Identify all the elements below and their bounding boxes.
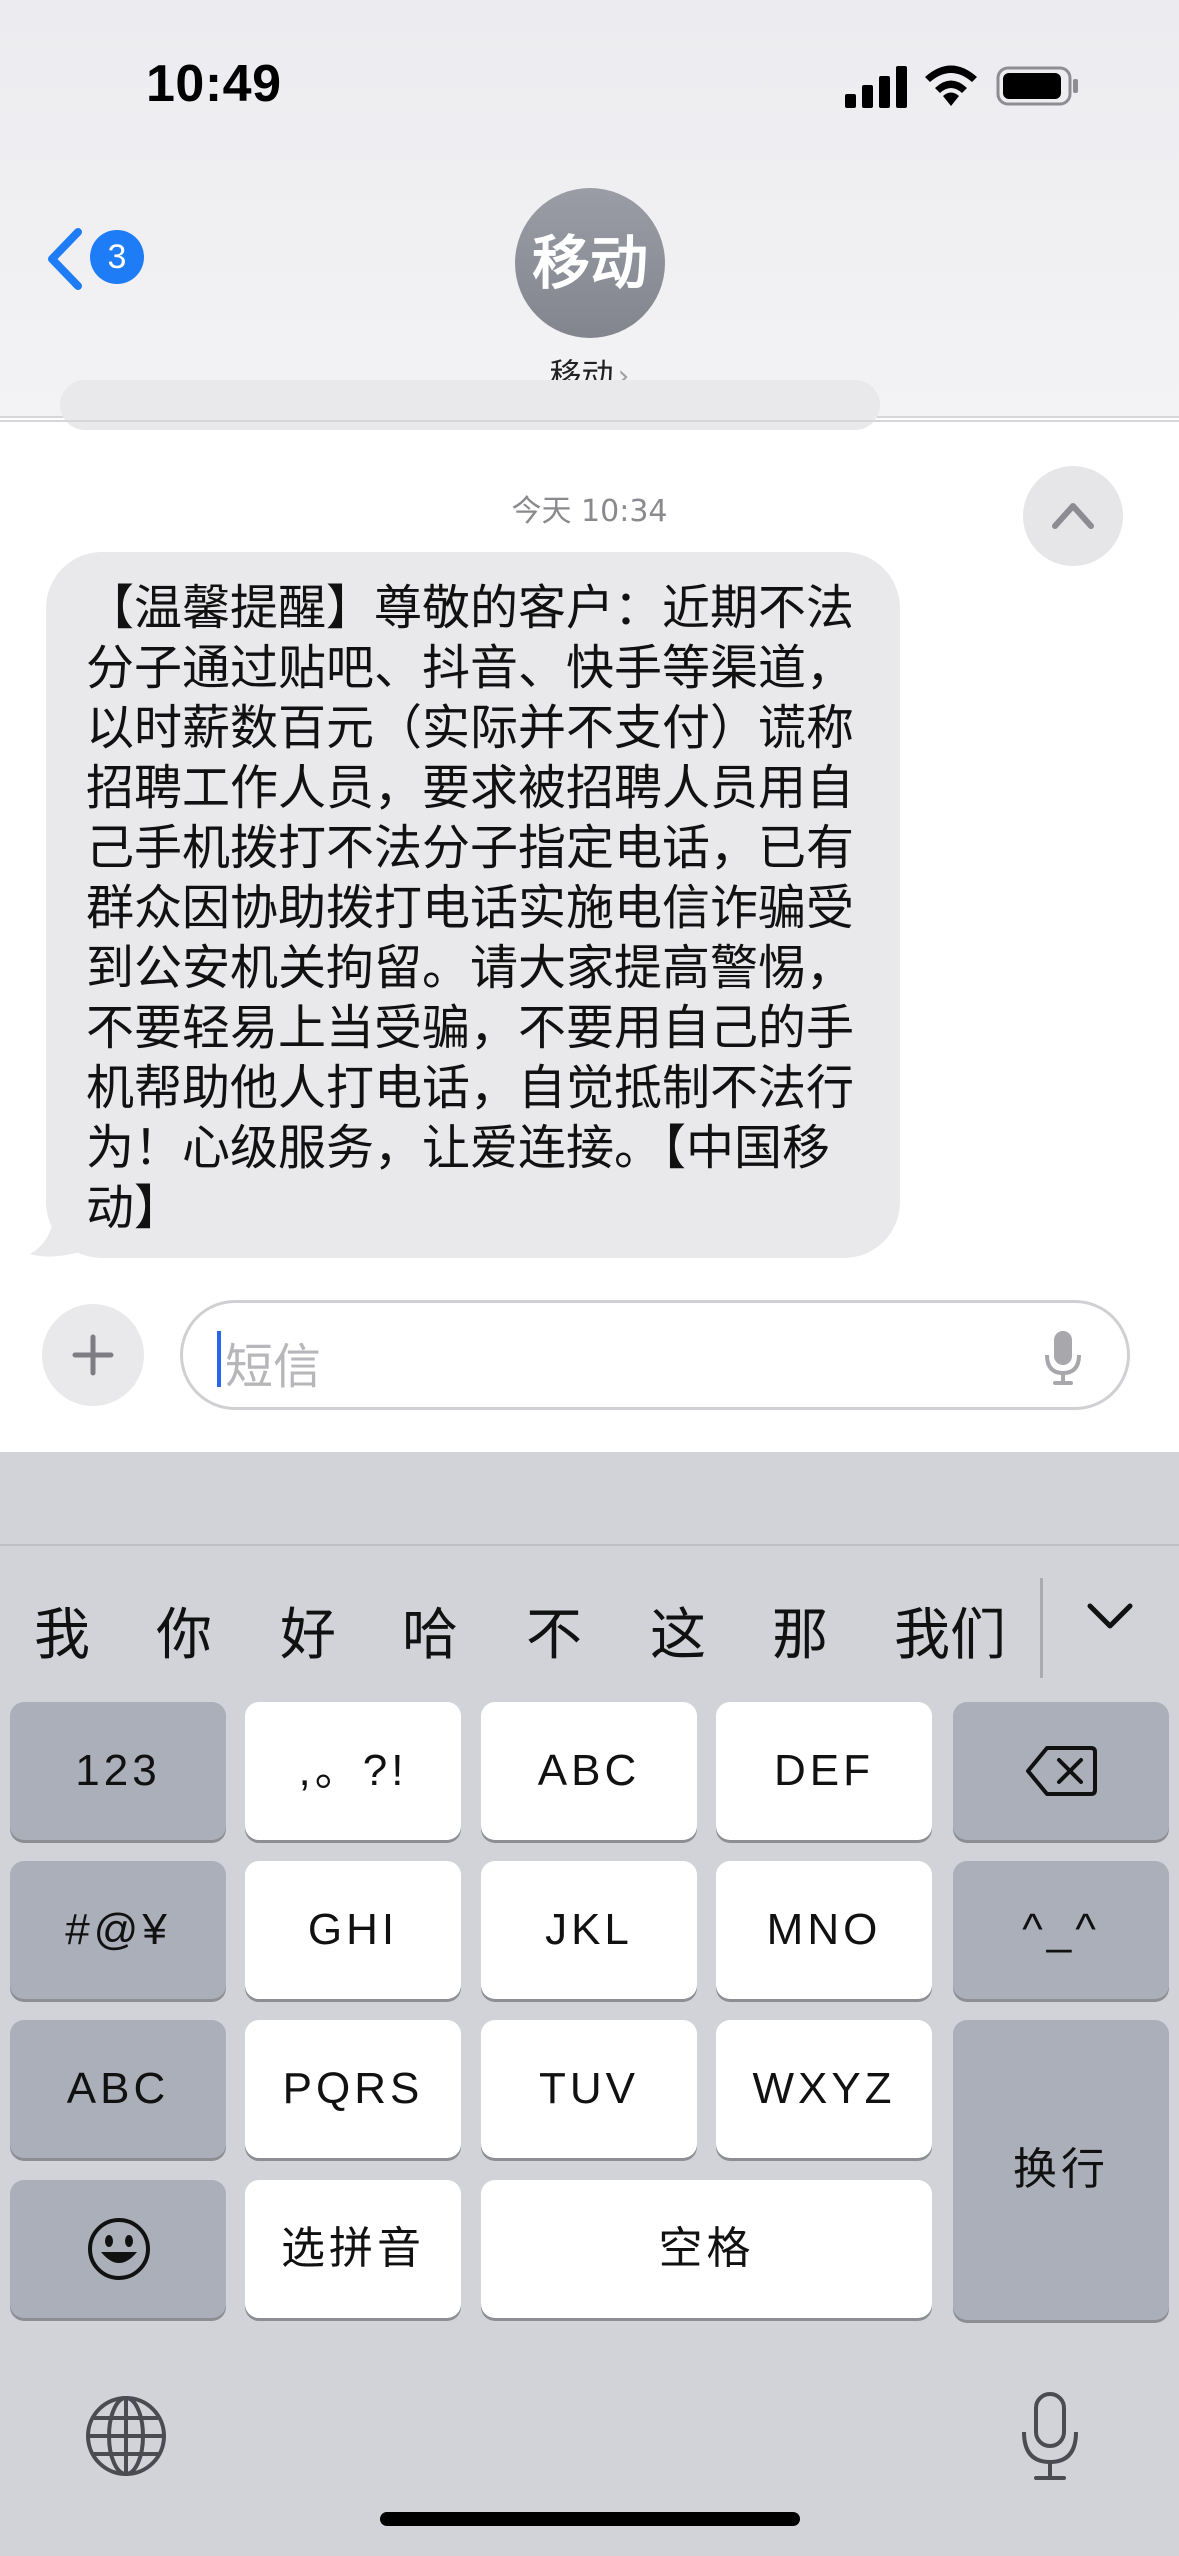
navigation-header: 10:49 3 移动 移动 › bbox=[0, 0, 1179, 418]
chevron-up-icon bbox=[1052, 503, 1094, 529]
emoji-key[interactable] bbox=[10, 2180, 226, 2318]
key-mno[interactable]: MNO bbox=[716, 1861, 932, 1999]
key-ghi[interactable]: GHI bbox=[245, 1861, 461, 1999]
plus-icon bbox=[72, 1334, 114, 1376]
back-button[interactable]: 3 bbox=[44, 222, 154, 292]
wifi-icon bbox=[925, 65, 977, 106]
message-input[interactable]: 短信 bbox=[180, 1300, 1130, 1410]
candidate-bar: 我 你 好 哈 不 这 那 我们 bbox=[0, 1544, 1179, 1678]
status-time: 10:49 bbox=[146, 55, 282, 113]
globe-icon[interactable] bbox=[84, 2394, 168, 2478]
microphone-icon[interactable] bbox=[1016, 2390, 1084, 2482]
contact-avatar[interactable]: 移动 bbox=[515, 188, 665, 338]
cellular-signal-icon bbox=[845, 66, 907, 108]
unread-count-badge: 3 bbox=[90, 230, 144, 284]
chevron-left-icon bbox=[48, 228, 82, 290]
key-symbols[interactable]: #@¥ bbox=[10, 1861, 226, 1999]
candidate-word[interactable]: 我 bbox=[34, 1590, 90, 1671]
candidate-word[interactable]: 那 bbox=[772, 1590, 828, 1671]
emoji-icon bbox=[88, 2218, 150, 2280]
candidate-divider bbox=[1040, 1578, 1043, 1678]
keyboard: 我 你 好 哈 不 这 那 我们 bbox=[0, 1452, 1179, 2556]
return-key[interactable]: 换行 bbox=[953, 2020, 1169, 2320]
key-abc[interactable]: ABC bbox=[481, 1702, 697, 1840]
text-caret bbox=[217, 1331, 221, 1387]
scroll-up-button[interactable] bbox=[1023, 466, 1123, 566]
candidate-word[interactable]: 我们 bbox=[894, 1590, 1006, 1671]
message-text: 【温馨提醒】尊敬的客户：近期不法分子通过贴吧、抖音、快手等渠道，以时薪数百元（实… bbox=[86, 580, 855, 1236]
key-123[interactable]: 123 bbox=[10, 1702, 226, 1840]
candidate-word[interactable]: 你 bbox=[156, 1590, 212, 1671]
key-emoticon[interactable]: ^_^ bbox=[953, 1861, 1169, 1999]
previous-message-bubble bbox=[60, 380, 880, 430]
home-indicator[interactable] bbox=[380, 2512, 800, 2526]
candidate-word[interactable]: 不 bbox=[526, 1590, 582, 1671]
key-abc-switch[interactable]: ABC bbox=[10, 2020, 226, 2158]
battery-icon bbox=[996, 66, 1078, 106]
candidate-word[interactable]: 哈 bbox=[402, 1590, 458, 1671]
space-key[interactable]: 空格 bbox=[481, 2180, 932, 2318]
message-timestamp: 今天 10:34 bbox=[511, 494, 668, 529]
key-def[interactable]: DEF bbox=[716, 1702, 932, 1840]
candidate-word[interactable]: 这 bbox=[650, 1590, 706, 1671]
key-pqrs[interactable]: PQRS bbox=[245, 2020, 461, 2158]
key-select-pinyin[interactable]: 选拼音 bbox=[245, 2180, 461, 2318]
delete-key[interactable] bbox=[953, 1702, 1169, 1840]
delete-backward-icon bbox=[1026, 1746, 1097, 1796]
key-jkl[interactable]: JKL bbox=[481, 1861, 697, 1999]
message-bubble[interactable]: 【温馨提醒】尊敬的客户：近期不法分子通过贴吧、抖音、快手等渠道，以时薪数百元（实… bbox=[46, 552, 900, 1258]
message-input-placeholder: 短信 bbox=[225, 1339, 322, 1395]
microphone-icon[interactable] bbox=[1043, 1329, 1083, 1387]
key-tuv[interactable]: TUV bbox=[481, 2020, 697, 2158]
apps-plus-button[interactable] bbox=[42, 1304, 144, 1406]
chevron-down-icon[interactable] bbox=[1086, 1602, 1134, 1632]
key-punctuation[interactable]: ,。?! bbox=[245, 1702, 461, 1840]
key-wxyz[interactable]: WXYZ bbox=[716, 2020, 932, 2158]
candidate-word[interactable]: 好 bbox=[280, 1590, 336, 1671]
header-divider bbox=[0, 420, 1179, 422]
